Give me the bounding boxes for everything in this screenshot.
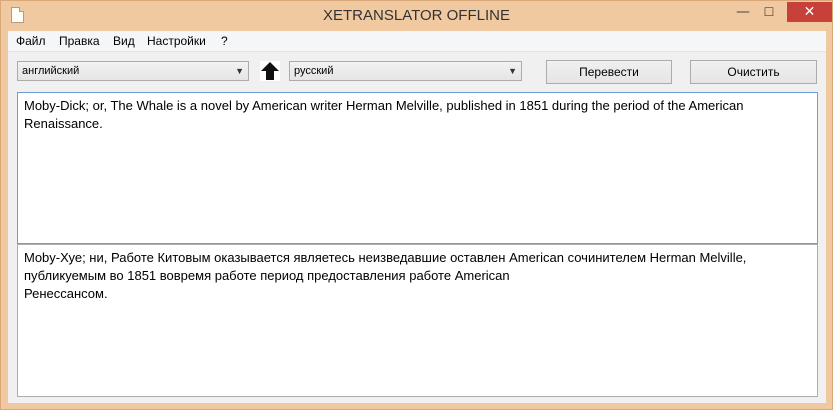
swap-languages-button[interactable] bbox=[260, 61, 280, 81]
arrow-up-icon bbox=[261, 62, 279, 80]
menu-bar: Файл Правка Вид Настройки ? bbox=[8, 31, 826, 52]
chevron-down-icon: ▼ bbox=[508, 66, 517, 76]
window-title: XETRANSLATOR OFFLINE bbox=[323, 7, 510, 24]
menu-view[interactable]: Вид bbox=[113, 34, 135, 48]
menu-edit[interactable]: Правка bbox=[59, 34, 100, 48]
clear-button[interactable]: Очистить bbox=[690, 60, 817, 84]
source-text-area[interactable]: Moby-Dick; or, The Whale is a novel by A… bbox=[17, 92, 818, 244]
source-language-value: английский bbox=[22, 65, 80, 77]
title-bar[interactable]: XETRANSLATOR OFFLINE — ☐ ✕ bbox=[1, 1, 832, 31]
target-language-value: русский bbox=[294, 65, 334, 77]
menu-help[interactable]: ? bbox=[221, 34, 228, 48]
maximize-button[interactable]: ☐ bbox=[757, 2, 781, 22]
chevron-down-icon: ▼ bbox=[235, 66, 244, 76]
source-language-select[interactable]: английский ▼ bbox=[17, 61, 249, 81]
menu-file[interactable]: Файл bbox=[16, 34, 46, 48]
client-area: Файл Правка Вид Настройки ? английский ▼… bbox=[8, 31, 826, 403]
close-button[interactable]: ✕ bbox=[787, 2, 832, 22]
translate-button[interactable]: Перевести bbox=[546, 60, 672, 84]
menu-settings[interactable]: Настройки bbox=[147, 34, 206, 48]
translation-text-area[interactable]: Moby-Хуе; ни, Работе Китовым оказывается… bbox=[17, 244, 818, 397]
target-language-select[interactable]: русский ▼ bbox=[289, 61, 522, 81]
minimize-button[interactable]: — bbox=[731, 2, 755, 22]
app-window: XETRANSLATOR OFFLINE — ☐ ✕ Файл Правка В… bbox=[0, 0, 833, 410]
